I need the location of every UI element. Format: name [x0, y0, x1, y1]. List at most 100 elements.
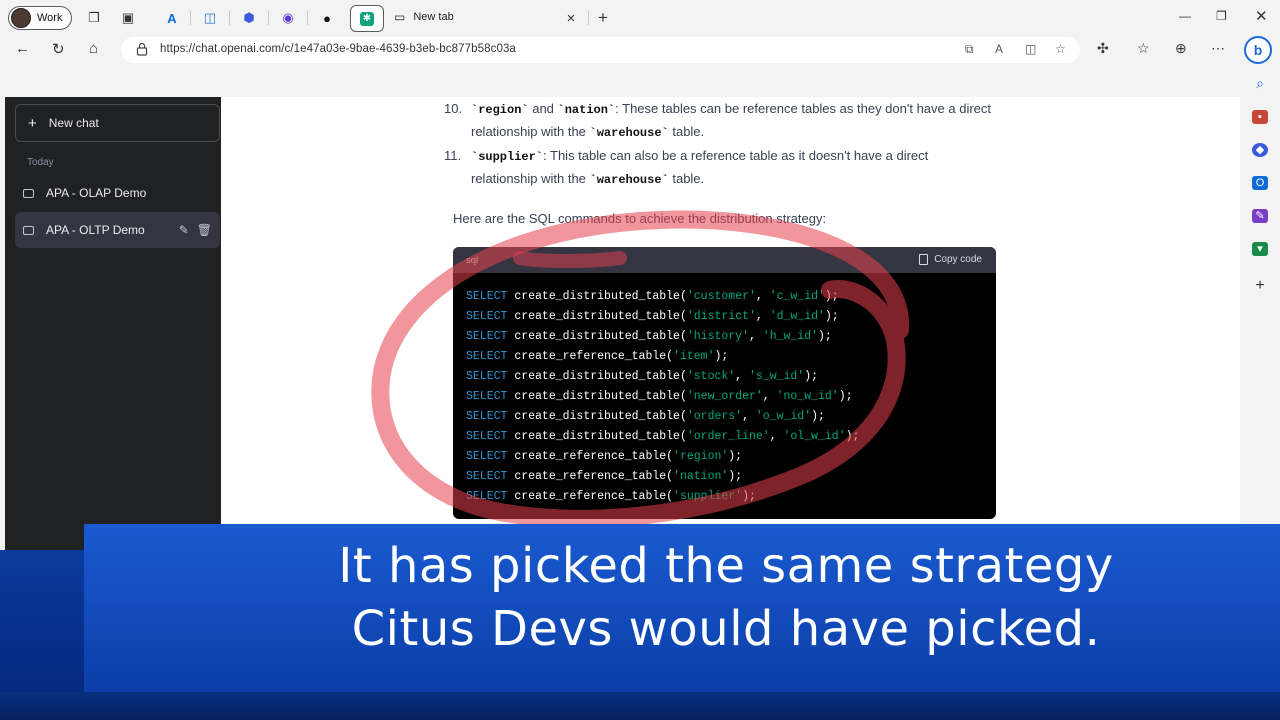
extensions-icon[interactable]: ✣ [1097, 40, 1109, 57]
devops-tab-icon[interactable]: ◫ [202, 10, 218, 26]
home-icon[interactable]: ⌂ [89, 40, 98, 57]
edit-icon[interactable]: ✎ [179, 223, 189, 237]
add-sidebar-app-icon[interactable]: + [1252, 278, 1268, 294]
code-string: 's_w_id' [748, 370, 805, 383]
list-item-11-line2: relationship with the `warehouse` table. [471, 171, 704, 187]
code-string: 'd_w_id' [769, 310, 825, 323]
plus-icon: + [28, 114, 37, 132]
list-item-11-line1: `supplier`: This table can also be a ref… [471, 148, 928, 164]
avatar [11, 8, 31, 28]
back-icon[interactable]: ← [15, 40, 30, 57]
code-text: create_reference_table( [507, 470, 674, 483]
code-text: , [755, 310, 770, 323]
hexagon-tab-icon[interactable]: ⬢ [241, 10, 257, 26]
outlook-icon[interactable]: O [1252, 176, 1268, 190]
read-aloud-icon[interactable]: A [995, 42, 1003, 56]
drop-icon[interactable]: ▾ [1252, 242, 1268, 256]
close-tab-icon[interactable]: × [563, 10, 579, 27]
sidebar-item-olap-demo[interactable]: APA - OLAP Demo [15, 175, 220, 211]
code-string: 'no_w_id' [776, 390, 839, 403]
code-text: , [769, 430, 784, 443]
add-favorite-icon[interactable]: ☆ [1055, 42, 1066, 56]
code-text: ); [845, 430, 860, 443]
collections-icon[interactable]: ⊕ [1175, 40, 1187, 57]
chat-bubble-icon [23, 188, 34, 198]
clipboard-icon [919, 254, 929, 265]
tools-icon[interactable]: ◆ [1252, 143, 1268, 157]
favorites-icon[interactable]: ☆ [1137, 40, 1150, 57]
intro-paragraph: Here are the SQL commands to achieve the… [453, 211, 827, 226]
code-line: SELECT create_distributed_table('custome… [466, 290, 839, 303]
code-text: ); [818, 330, 832, 343]
code-line: SELECT create_distributed_table('orders'… [466, 410, 825, 423]
chatgpt-logo-icon: ✱ [360, 11, 374, 26]
code-keyword: SELECT [466, 390, 508, 403]
text: and [528, 101, 558, 116]
code-text: create_distributed_table( [507, 370, 687, 383]
code-text: create_reference_table( [507, 490, 674, 503]
text: table. [668, 124, 705, 139]
code-text: create_reference_table( [507, 350, 674, 363]
code-string: 'nation' [673, 470, 729, 483]
code-text: ); [714, 350, 729, 363]
lock-icon [136, 42, 148, 56]
text: : This table can also be a reference tab… [543, 148, 929, 163]
shopping-icon[interactable]: ▪ [1252, 110, 1268, 124]
code-header: sql Copy code [453, 247, 996, 273]
sidebar-item-oltp-demo[interactable]: APA - OLTP Demo ✎ 🗑 [15, 212, 220, 248]
text: table. [668, 171, 705, 186]
new-chat-label: New chat [48, 116, 99, 130]
list-item-10-line2: relationship with the `warehouse` table. [471, 124, 704, 140]
refresh-icon[interactable]: ↻ [52, 40, 65, 58]
new-chat-button[interactable]: + New chat [15, 104, 220, 142]
code-text: , [735, 370, 749, 383]
code-text: create_distributed_table( [507, 310, 687, 323]
code-line: SELECT create_reference_table('supplier'… [466, 490, 756, 503]
new-tab-plus-icon[interactable]: + [595, 8, 611, 27]
code-keyword: SELECT [466, 430, 508, 443]
code-string: 'district' [686, 310, 756, 323]
code-text: create_distributed_table( [507, 430, 687, 443]
copy-code-button[interactable]: Copy code [919, 254, 982, 265]
restore-icon[interactable]: ❐ [1216, 9, 1227, 23]
copilot-icon[interactable]: b [1244, 36, 1272, 64]
list-item-10-line1: `region` and `nation`: These tables can … [471, 101, 991, 117]
app-available-icon[interactable]: ⧉ [965, 42, 974, 57]
more-menu-icon[interactable]: ⋯ [1211, 40, 1225, 57]
tab-actions-icon[interactable]: ▣ [120, 10, 136, 26]
text: relationship with the [471, 124, 590, 139]
new-tab-page-icon: ▭ [394, 10, 406, 24]
code-keyword: SELECT [466, 470, 508, 483]
code-text: , [742, 410, 756, 423]
code-text: ); [838, 390, 853, 403]
code-string: 'stock' [686, 370, 736, 383]
designer-icon[interactable]: ✎ [1252, 209, 1268, 223]
text: relationship with the [471, 171, 590, 186]
azure-tab-icon[interactable]: A [164, 10, 180, 26]
inline-code: `region` [471, 103, 529, 117]
github-tab-icon[interactable]: ● [319, 10, 335, 26]
loop-tab-icon[interactable]: ◉ [280, 10, 296, 26]
code-language: sql [466, 255, 479, 266]
code-text: ); [824, 310, 839, 323]
profile-button[interactable]: Work [8, 6, 72, 30]
search-icon[interactable]: ⌕ [1252, 76, 1268, 90]
url-text[interactable]: https://chat.openai.com/c/1e47a03e-9bae-… [160, 43, 516, 55]
code-string: 'ol_w_id' [783, 430, 846, 443]
code-keyword: SELECT [466, 450, 508, 463]
code-text: create_distributed_table( [507, 390, 687, 403]
close-window-icon[interactable]: ✕ [1255, 7, 1268, 25]
code-string: 'customer' [686, 290, 756, 303]
sidebar-item-label: APA - OLTP Demo [46, 223, 145, 237]
chatgpt-tab[interactable]: ✱ [350, 5, 384, 32]
code-text: , [762, 390, 777, 403]
trash-icon[interactable]: 🗑 [197, 223, 212, 237]
section-heading: Today [27, 157, 54, 168]
split-screen-icon[interactable]: ◫ [1025, 42, 1036, 56]
code-keyword: SELECT [466, 410, 508, 423]
code-string: 'orders' [686, 410, 743, 423]
new-tab-tab[interactable]: ▭ New tab [394, 10, 454, 24]
workspaces-icon[interactable]: ❐ [86, 10, 102, 26]
code-keyword: SELECT [466, 350, 508, 363]
minimize-icon[interactable]: — [1179, 9, 1191, 23]
